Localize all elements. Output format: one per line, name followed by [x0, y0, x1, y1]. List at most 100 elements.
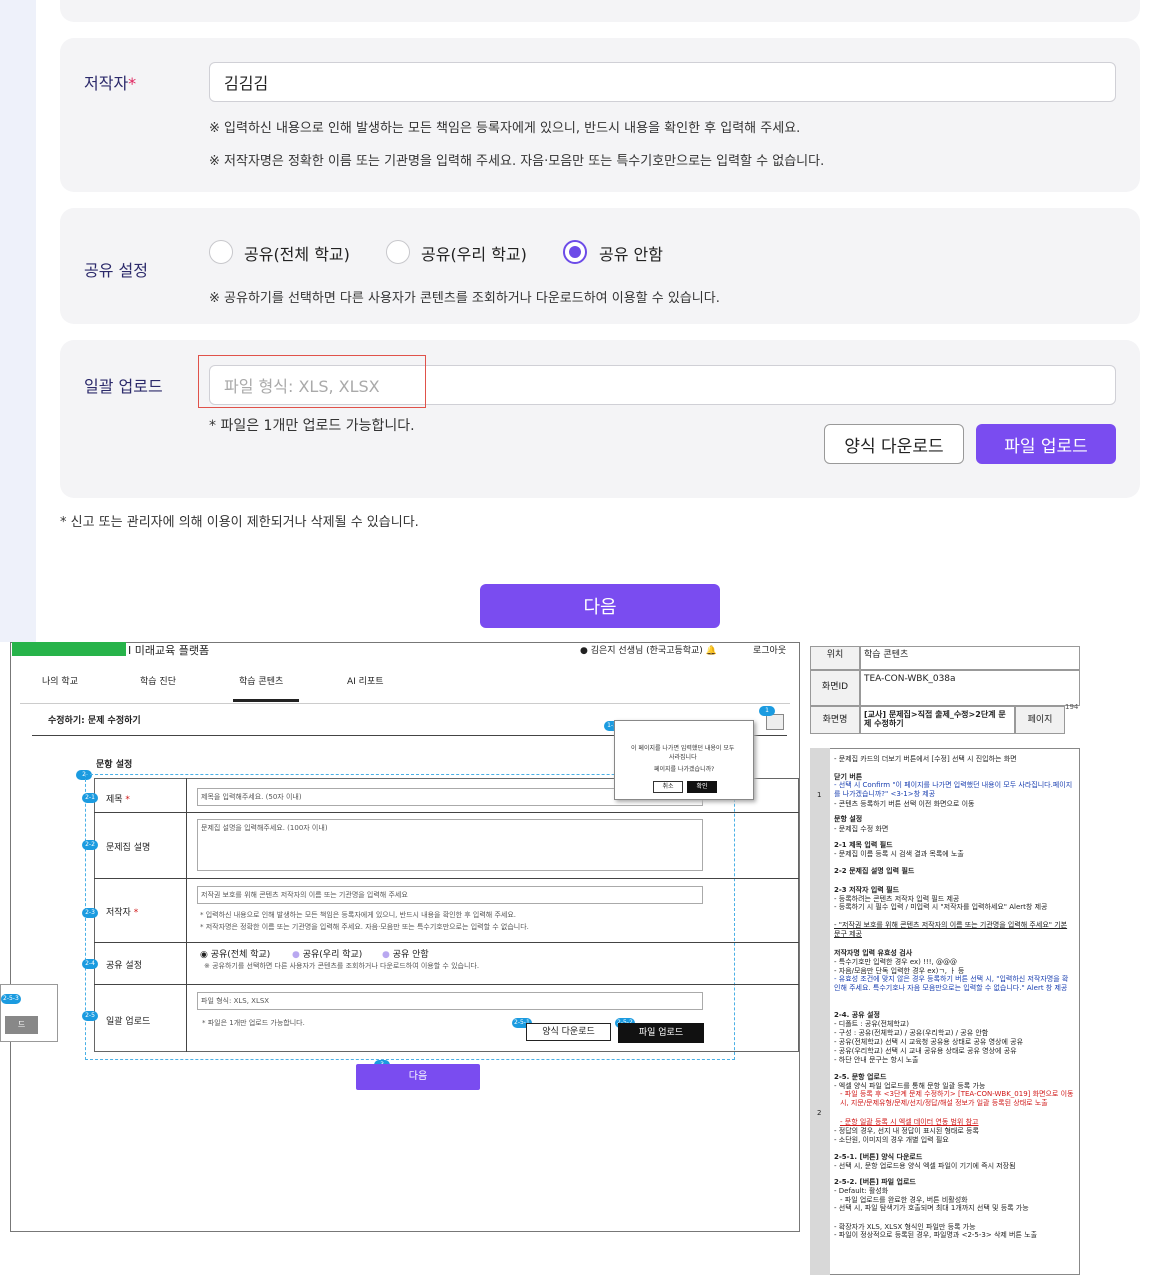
divider: [20, 703, 790, 704]
highlight-box: [198, 355, 426, 408]
spec-row-share-label: 공유 설정: [106, 961, 142, 971]
bulk-note: * 파일은 1개만 업로드 가능합니다.: [209, 418, 415, 434]
spec-row-upload-label: 일괄 업로드: [106, 1017, 151, 1027]
spec-row-author-label: 저작자 *: [106, 908, 139, 918]
green-tab: [12, 642, 126, 656]
author-input[interactable]: 김김김: [209, 62, 1116, 102]
left-sidebar: [0, 0, 36, 642]
radio-share-school-label: 공유(우리 학교): [421, 245, 527, 264]
spec-author-note-2: * 저작자명은 정확한 이름 또는 기관명을 입력해 주세요. 자음·모음만 또…: [200, 923, 529, 931]
spec-section-title: 문항 설정: [96, 760, 133, 770]
badge-2-1: 2-1: [82, 793, 98, 803]
spec-share-option-school[interactable]: ● 공유(우리 학교): [292, 950, 362, 961]
author-label: 저작자*: [84, 74, 137, 93]
side-delete-button[interactable]: 드: [5, 1016, 38, 1034]
next-button[interactable]: 다음: [480, 584, 720, 628]
spec-row-title-label: 제목 *: [106, 795, 130, 805]
dialog-confirm-button[interactable]: 확인: [687, 781, 717, 793]
previous-card: [60, 0, 1140, 22]
spec-logout[interactable]: 로그아웃: [753, 646, 786, 657]
divider: [94, 878, 799, 879]
spec-next-button[interactable]: 다음: [356, 1064, 480, 1090]
spec-page-title: 수정하기: 문제 수정하기: [48, 716, 141, 726]
platform-title: I 미래교육 플랫폼: [128, 644, 210, 657]
desc-line: - 등록하기 시 필수 입력 / 미입력 시 "저작자를 입력하세요" Aler…: [834, 903, 1048, 911]
desc-line: - 선택 시, 파일 탐색기가 호출되며 최대 1개까지 선택 및 등록 가능: [834, 1204, 1029, 1212]
spec-upload-button[interactable]: 파일 업로드: [618, 1023, 704, 1043]
desc-line: - 하단 안내 문구는 항시 노출: [834, 1056, 919, 1064]
spec-nav-diagnosis[interactable]: 학습 진단: [140, 677, 176, 688]
bulk-upload-card: 일괄 업로드 파일 형식: XLS, XLSX * 파일은 1개만 업로드 가능…: [60, 340, 1140, 498]
spec-share-note: ※ 공유하기를 선택하면 다른 사용자가 콘텐츠를 조회하거나 다운로드하여 이…: [204, 962, 480, 970]
name-value: [교사] 문제집>직접 출제_수정>2단계 문제 수정하기: [860, 706, 1015, 734]
desc-line: - 문제집 카드의 더보기 버튼에서 [수정] 선택 시 진입하는 화면: [834, 755, 1017, 763]
file-upload-button[interactable]: 파일 업로드: [976, 424, 1116, 464]
author-note-2: ※ 저작자명은 정확한 이름 또는 기관명을 입력해 주세요. 자음·모음만 또…: [209, 154, 825, 169]
radio-share-none-label: 공유 안함: [599, 245, 663, 264]
share-card: 공유 설정 공유(전체 학교) 공유(우리 학교) 공유 안함 ※ 공유하기를 …: [60, 208, 1140, 324]
description-text: - 문제집 카드의 더보기 버튼에서 [수정] 선택 시 진입하는 화면 닫기 …: [832, 752, 1078, 1272]
author-card: 저작자* 김김김 ※ 입력하신 내용으로 인해 발생하는 모든 책임은 등록자에…: [60, 38, 1140, 192]
badge-1: 1: [759, 706, 775, 716]
divider: [94, 812, 799, 813]
id-value: TEA-CON-WBK_038a: [860, 670, 1080, 706]
desc-line: - "저작권 보호를 위해 콘텐츠 저작자의 이름 또는 기관명을 입력해 주세…: [834, 921, 1068, 938]
row-number-2: 2: [817, 1109, 822, 1117]
desc-line: - 파일 등록 후 <3단계 문제 수정하기> [TEA-CON-WBK_019…: [840, 1090, 1074, 1107]
dialog-cancel-button[interactable]: 취소: [653, 781, 683, 793]
storyboard-image: I 미래교육 플랫폼 ● 김은지 선생님 (한국고등학교) 🔔 로그아웃 나의 …: [0, 642, 1166, 1275]
desc-line: - 소단원, 이미지의 경우 개별 입력 필요: [834, 1136, 949, 1144]
author-note-1: ※ 입력하신 내용으로 인해 발생하는 모든 책임은 등록자에게 있으니, 반드…: [209, 121, 801, 136]
loc-value: 학습 콘텐츠: [860, 646, 1080, 670]
badge-2-5-3: 2-5-3: [1, 994, 21, 1004]
avatar: ●: [580, 646, 591, 656]
share-label: 공유 설정: [84, 261, 148, 280]
close-icon[interactable]: [766, 714, 784, 730]
spec-share-option-all[interactable]: ◉ 공유(전체 학교): [200, 950, 270, 961]
desc-line: - 선택 시, 문항 업로드용 양식 엑셀 파일이 기기에 즉시 저장됨: [834, 1162, 1016, 1170]
footer-note: * 신고 또는 관리자에 의해 이용이 제한되거나 삭제될 수 있습니다.: [60, 515, 419, 530]
badge-2-2: 2-2: [82, 840, 98, 850]
bulk-upload-label: 일괄 업로드: [84, 377, 163, 396]
dialog-line-3: 페이지를 나가겠습니까?: [654, 766, 715, 773]
spec-nav-contents[interactable]: 학습 콘텐츠: [239, 677, 283, 688]
side-snippet: 2-5-3 드: [0, 984, 58, 1042]
radio-share-school[interactable]: [386, 240, 410, 264]
confirm-dialog: 이 페이지를 나가면 입력했던 내용이 모두 사라집니다 페이지를 나가겠습니까…: [614, 720, 754, 800]
spec-upload-input[interactable]: 파일 형식: XLS, XLSX: [197, 992, 703, 1010]
radio-share-all[interactable]: [209, 240, 233, 264]
divider: [94, 942, 799, 943]
spec-desc-input[interactable]: 문제집 설명을 입력해주세요. (100자 이내): [197, 819, 703, 871]
author-input-value: 김김김: [224, 74, 269, 93]
spec-share-option-none[interactable]: ● 공유 안함: [382, 950, 429, 961]
desc-line: - 문제집 수정 화면: [834, 825, 889, 833]
desc-heading: 2-2 문제집 설명 입력 필드: [834, 867, 915, 875]
divider: [94, 984, 799, 985]
template-download-button[interactable]: 양식 다운로드: [824, 424, 964, 464]
id-label: 화면ID: [810, 670, 860, 706]
spec-author-note-1: * 입력하신 내용으로 인해 발생하는 모든 책임은 등록자에게 있으니, 반드…: [200, 911, 517, 919]
desc-line: - 파일이 정상적으로 등록된 경우, 파일명과 <2-5-3> 삭제 버튼 노…: [834, 1231, 1038, 1239]
dialog-line-2: 사라집니다: [669, 754, 697, 761]
badge-2-5: 2-5: [82, 1011, 98, 1021]
desc-line: - 콘텐츠 등록하기 버튼 선택 이전 화면으로 이동: [834, 800, 975, 808]
name-label: 화면명: [810, 706, 860, 734]
page-number: 194: [1065, 703, 1079, 711]
desc-line: - 문제집 이름 등록 시 검색 결과 목록에 노출: [834, 850, 964, 858]
bell-icon: 🔔: [705, 646, 717, 656]
radio-share-none[interactable]: [563, 240, 587, 264]
spec-nav-my-school[interactable]: 나의 학교: [42, 677, 78, 688]
spec-nav-report[interactable]: AI 리포트: [347, 677, 384, 688]
badge-2-4: 2-4: [82, 959, 98, 969]
radio-share-all-label: 공유(전체 학교): [244, 245, 350, 264]
required-mark: *: [128, 74, 137, 93]
badge-2-3: 2-3: [82, 908, 98, 918]
page-label: 페이지: [1015, 706, 1065, 734]
row-number-1: 1: [817, 791, 822, 799]
spec-author-input[interactable]: 저작권 보호를 위해 콘텐츠 저작자의 이름 또는 기관명을 입력해 주세요: [197, 886, 703, 904]
divider: [186, 778, 187, 1052]
desc-line: - 유효성 조건에 맞지 않은 경우 등록하기 버튼 선택 시, "입력하신 저…: [834, 975, 1069, 992]
spec-download-button[interactable]: 양식 다운로드: [526, 1023, 611, 1041]
share-note: ※ 공유하기를 선택하면 다른 사용자가 콘텐츠를 조회하거나 다운로드하여 이…: [209, 291, 720, 306]
desc-line: - 선택 시 Confirm "이 페이지를 나가면 입력했던 내용이 모두 사…: [834, 781, 1073, 798]
